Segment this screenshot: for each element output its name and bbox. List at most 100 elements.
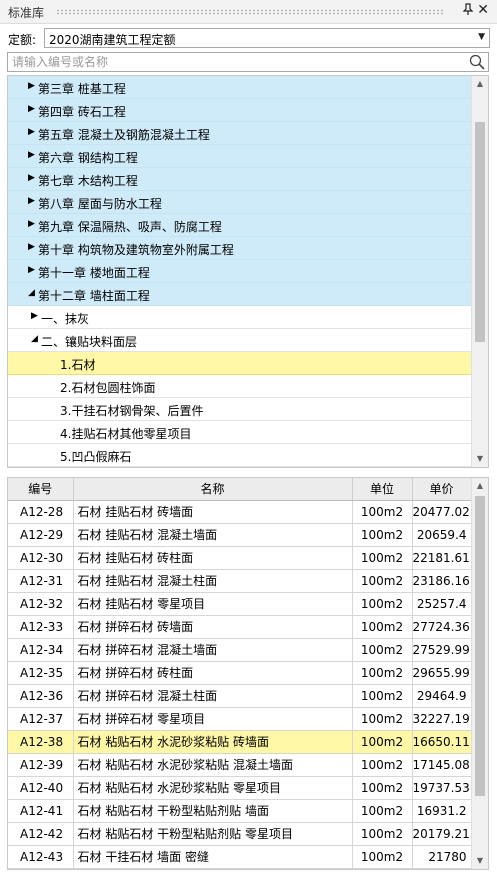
expanded-triangle-icon[interactable]: ◢	[28, 288, 35, 298]
tree-node[interactable]: 3.干挂石材钢骨架、后置件	[8, 398, 471, 421]
cell-price: 16931.2	[412, 799, 472, 823]
cell-unit: 100m2	[352, 546, 413, 570]
table-row[interactable]: A12-42 石材 粘贴石材 干粉型粘贴剂贴 零星项目 100m2 20179.21	[8, 822, 472, 846]
collapsed-triangle-icon[interactable]: ▶	[28, 127, 35, 137]
cell-code: A12-43	[8, 845, 74, 869]
cell-name: 石材 挂贴石材 零星项目	[73, 592, 353, 616]
cell-price: 20477.02	[412, 500, 472, 524]
tree-node[interactable]: ▶ 第四章 砖石工程	[8, 99, 471, 122]
table-row[interactable]: A12-32 石材 挂贴石材 零星项目 100m2 25257.4	[8, 592, 472, 616]
tree-node[interactable]: ▶ 第七章 木结构工程	[8, 168, 471, 191]
table-row[interactable]: A12-40 石材 粘贴石材 水泥砂浆粘贴 零星项目 100m2 19737.53	[8, 776, 472, 800]
tree-node-label: 第十章 构筑物及建筑物室外附属工程	[38, 243, 234, 257]
chevron-down-icon: ▼	[478, 32, 485, 42]
table-row[interactable]: A12-28 石材 挂贴石材 砖墙面 100m2 20477.02	[8, 500, 472, 524]
table-row[interactable]: A12-31 石材 挂贴石材 混凝土柱面 100m2 23186.16	[8, 569, 472, 593]
tree-node[interactable]: ▶ 一、抹灰	[8, 306, 471, 329]
cell-price: 29464.9	[412, 684, 472, 708]
cell-price: 27529.99	[412, 638, 472, 662]
table-row[interactable]: A12-33 石材 拼碎石材 砖墙面 100m2 27724.36	[8, 615, 472, 639]
table-row[interactable]: A12-38 石材 粘贴石材 水泥砂浆粘贴 砖墙面 100m2 16650.11	[8, 730, 472, 754]
tree-node[interactable]: ▶ 第五章 混凝土及钢筋混凝土工程	[8, 122, 471, 145]
collapsed-triangle-icon[interactable]: ▶	[28, 150, 35, 160]
collapsed-triangle-icon[interactable]: ▶	[28, 219, 35, 229]
collapsed-triangle-icon[interactable]: ▶	[28, 173, 35, 183]
cell-price: 29655.99	[412, 661, 472, 685]
cell-code: A12-42	[8, 822, 74, 846]
cell-code: A12-35	[8, 661, 74, 685]
scroll-down-icon[interactable]: ▼	[472, 451, 488, 467]
scroll-up-icon[interactable]: ▲	[472, 76, 488, 92]
cell-unit: 100m2	[352, 776, 413, 800]
table-row[interactable]: A12-34 石材 拼碎石材 混凝土墙面 100m2 27529.99	[8, 638, 472, 662]
search-input[interactable]	[8, 53, 448, 71]
tree-rows: ▶ 第三章 桩基工程 ▶ 第四章 砖石工程 ▶ 第五章 混凝土及钢筋混凝土工程 ▶ 第六章 钢…	[8, 76, 471, 467]
cell-name: 石材 粘贴石材 干粉型粘贴剂贴 零星项目	[73, 822, 353, 846]
tree-node[interactable]: ◢ 二、镶贴块料面层	[8, 329, 471, 352]
cell-price: 20179.21	[412, 822, 472, 846]
cell-price: 19737.53	[412, 776, 472, 800]
tree-node[interactable]: ▶ 第九章 保温隔热、吸声、防腐工程	[8, 214, 471, 237]
scroll-up-icon[interactable]: ▲	[472, 478, 488, 494]
tree-node-label: 4.挂贴石材其他零星项目	[60, 427, 192, 441]
table-row[interactable]: A12-30 石材 挂贴石材 砖柱面 100m2 22181.61	[8, 546, 472, 570]
tree-node-label: 第八章 屋面与防水工程	[38, 197, 162, 211]
table-row[interactable]: A12-43 石材 干挂石材 墙面 密缝 100m2 21780	[8, 845, 472, 869]
collapsed-triangle-icon[interactable]: ▶	[28, 104, 35, 114]
tree-scrollbar[interactable]: ▲ ▼	[471, 76, 488, 467]
tree-node[interactable]: ▶ 第三章 桩基工程	[8, 76, 471, 99]
collapsed-triangle-icon[interactable]: ▶	[28, 242, 35, 252]
column-header-code[interactable]: 编号	[8, 478, 74, 501]
table-row[interactable]: A12-35 石材 拼碎石材 砖柱面 100m2 29655.99	[8, 661, 472, 685]
cell-unit: 100m2	[352, 615, 413, 639]
table-scrollbar[interactable]: ▲ ▼	[471, 478, 488, 869]
cell-code: A12-31	[8, 569, 74, 593]
table-row[interactable]: A12-29 石材 挂贴石材 混凝土墙面 100m2 20659.4	[8, 523, 472, 547]
cell-name: 石材 粘贴石材 水泥砂浆粘贴 混凝土墙面	[73, 753, 353, 777]
search-icon[interactable]	[469, 54, 485, 70]
column-header-unit[interactable]: 单位	[352, 478, 413, 501]
cell-name: 石材 挂贴石材 混凝土墙面	[73, 523, 353, 547]
quota-label: 定额:	[8, 33, 37, 47]
collapsed-triangle-icon[interactable]: ▶	[28, 196, 35, 206]
column-header-price[interactable]: 单价	[412, 478, 472, 501]
tree-scroll-thumb[interactable]	[475, 122, 485, 342]
tree-node-label: 3.干挂石材钢骨架、后置件	[60, 404, 204, 418]
close-icon[interactable]: ✕	[477, 2, 489, 18]
tree-node[interactable]: 2.石材包圆柱饰面	[8, 375, 471, 398]
cell-price: 27724.36	[412, 615, 472, 639]
scroll-down-icon[interactable]: ▼	[472, 853, 488, 869]
tree-node[interactable]: 4.挂贴石材其他零星项目	[8, 421, 471, 444]
cell-price: 21780	[412, 845, 472, 869]
table-body: A12-28 石材 挂贴石材 砖墙面 100m2 20477.02 A12-29 石材 挂…	[8, 500, 472, 869]
tree-node[interactable]: ▶ 第十一章 楼地面工程	[8, 260, 471, 283]
quota-dropdown[interactable]: 2020湖南建筑工程定额 ▼	[44, 28, 490, 48]
drag-grip[interactable]	[56, 9, 445, 15]
pin-icon[interactable]	[462, 3, 474, 18]
tree-node[interactable]: ◢ 第十二章 墙柱面工程	[8, 283, 471, 306]
quota-row: 定额: 2020湖南建筑工程定额 ▼	[0, 26, 497, 50]
tree-node[interactable]: ▶ 第八章 屋面与防水工程	[8, 191, 471, 214]
expanded-triangle-icon[interactable]: ◢	[31, 334, 38, 344]
cell-code: A12-39	[8, 753, 74, 777]
cell-code: A12-29	[8, 523, 74, 547]
tree-node[interactable]: 1.石材	[8, 352, 471, 375]
table-scroll-thumb[interactable]	[475, 496, 485, 796]
tree-node[interactable]: 5.凹凸假麻石	[8, 444, 471, 467]
tree-node-label: 第五章 混凝土及钢筋混凝土工程	[38, 128, 210, 142]
tree-node[interactable]: ▶ 第十章 构筑物及建筑物室外附属工程	[8, 237, 471, 260]
cell-code: A12-36	[8, 684, 74, 708]
table-row[interactable]: A12-36 石材 拼碎石材 混凝土柱面 100m2 29464.9	[8, 684, 472, 708]
table-row[interactable]: A12-37 石材 拼碎石材 零星项目 100m2 32227.19	[8, 707, 472, 731]
collapsed-triangle-icon[interactable]: ▶	[31, 311, 38, 321]
column-header-name[interactable]: 名称	[73, 478, 353, 501]
tree-node[interactable]: ▶ 第六章 钢结构工程	[8, 145, 471, 168]
table-row[interactable]: A12-41 石材 粘贴石材 干粉型粘贴剂贴 墙面 100m2 16931.2	[8, 799, 472, 823]
tree-node-label: 第十一章 楼地面工程	[38, 266, 150, 280]
cell-unit: 100m2	[352, 500, 413, 524]
collapsed-triangle-icon[interactable]: ▶	[28, 81, 35, 91]
collapsed-triangle-icon[interactable]: ▶	[28, 265, 35, 275]
table-row[interactable]: A12-39 石材 粘贴石材 水泥砂浆粘贴 混凝土墙面 100m2 17145.08	[8, 753, 472, 777]
cell-unit: 100m2	[352, 707, 413, 731]
cell-name: 石材 拼碎石材 砖柱面	[73, 661, 353, 685]
